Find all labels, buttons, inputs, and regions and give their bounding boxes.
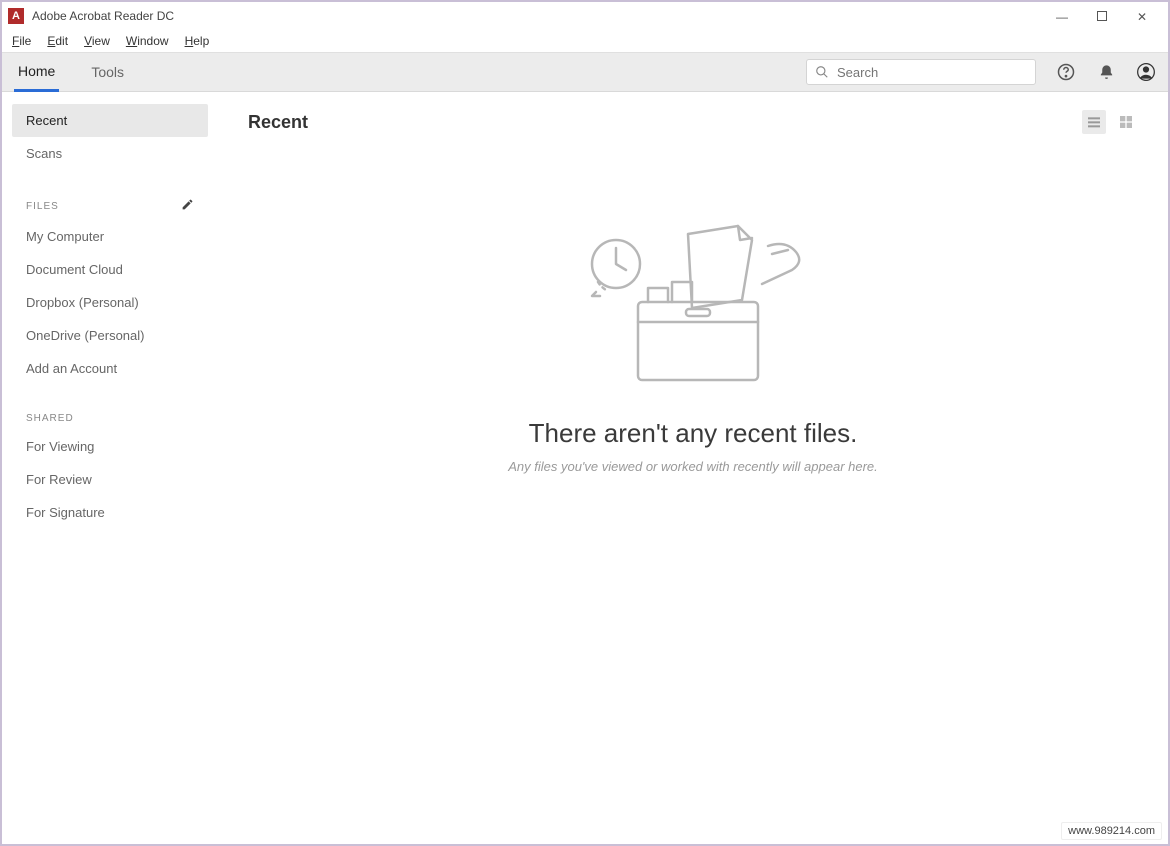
window-minimize-button[interactable] [1042,8,1082,24]
empty-title: There aren't any recent files. [529,418,858,449]
tab-home[interactable]: Home [14,53,59,92]
notifications-icon[interactable] [1096,62,1116,82]
view-list-button[interactable] [1082,110,1106,134]
sidebar-item-for-signature[interactable]: For Signature [12,496,208,529]
window-close-button[interactable] [1122,8,1162,24]
sidebar-item-recent[interactable]: Recent [12,104,208,137]
page-title: Recent [248,112,308,133]
sidebar: Recent Scans FILES My Computer Document … [2,92,218,844]
sidebar-heading-files: FILES [12,190,208,220]
sidebar-item-scans[interactable]: Scans [12,137,208,170]
sidebar-item-add-account[interactable]: Add an Account [12,352,208,385]
sidebar-item-for-viewing[interactable]: For Viewing [12,430,208,463]
account-icon[interactable] [1136,62,1156,82]
titlebar: A Adobe Acrobat Reader DC [2,2,1168,30]
app-window: A Adobe Acrobat Reader DC File Edit View… [0,0,1170,846]
window-maximize-button[interactable] [1082,11,1122,21]
menu-file[interactable]: File [12,34,31,48]
sidebar-item-document-cloud[interactable]: Document Cloud [12,253,208,286]
empty-state: There aren't any recent files. Any files… [248,134,1138,826]
tab-tools[interactable]: Tools [87,54,128,90]
sidebar-item-for-review[interactable]: For Review [12,463,208,496]
content-body: Recent Scans FILES My Computer Document … [2,92,1168,844]
search-input[interactable] [837,65,1027,80]
menu-window[interactable]: Window [126,34,169,48]
main-header: Recent [248,110,1138,134]
sidebar-item-dropbox[interactable]: Dropbox (Personal) [12,286,208,319]
toolbar: Home Tools [2,52,1168,92]
sidebar-item-onedrive[interactable]: OneDrive (Personal) [12,319,208,352]
menu-help[interactable]: Help [185,34,210,48]
sidebar-heading-shared: SHARED [12,405,208,430]
menu-view[interactable]: View [84,34,110,48]
main-panel: Recent [218,92,1168,844]
search-icon [815,65,829,79]
empty-subtitle: Any files you've viewed or worked with r… [508,459,878,474]
edit-files-icon[interactable] [181,198,194,214]
search-box[interactable] [806,59,1036,85]
menu-edit[interactable]: Edit [47,34,68,48]
empty-illustration [568,224,818,394]
watermark: www.989214.com [1061,822,1162,840]
menubar: File Edit View Window Help [2,30,1168,52]
view-toggle [1082,110,1138,134]
app-icon: A [8,8,24,24]
help-icon[interactable] [1056,62,1076,82]
view-grid-button[interactable] [1114,110,1138,134]
window-title: Adobe Acrobat Reader DC [32,9,174,23]
sidebar-item-my-computer[interactable]: My Computer [12,220,208,253]
